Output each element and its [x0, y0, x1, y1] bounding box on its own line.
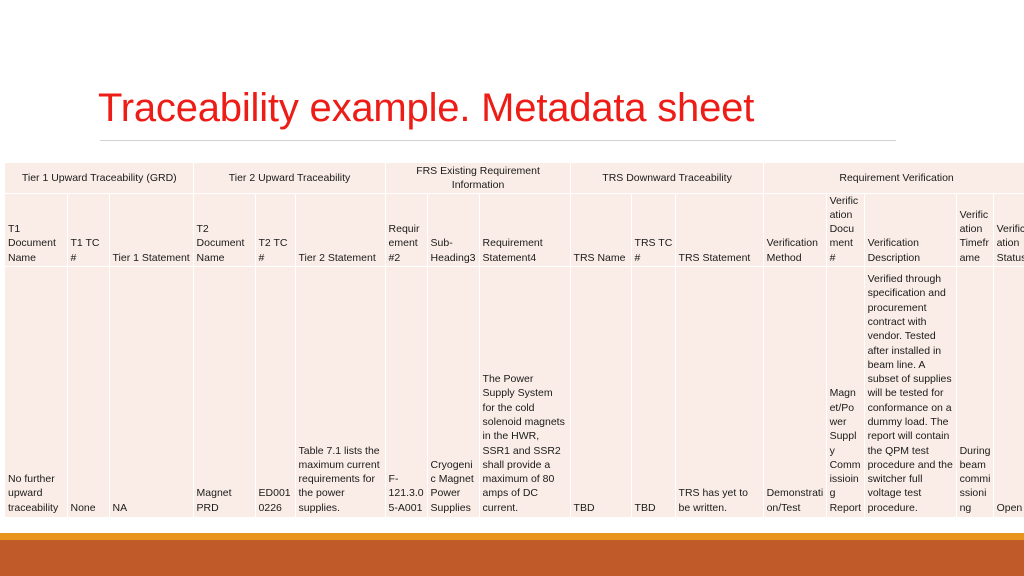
column-header-trs-statement: TRS Statement: [675, 193, 764, 268]
cell-t1-document-name: No further upward traceability: [5, 266, 68, 519]
group-header-tier1: Tier 1 Upward Traceability (GRD): [5, 163, 194, 194]
group-header-tier2: Tier 2 Upward Traceability: [193, 163, 386, 194]
column-header-verification-document: Verification Document #: [826, 193, 865, 268]
cell-verification-document: Magnet/Power Supply Commissioing Report: [826, 266, 865, 519]
column-header-requirement-num: Requirement #2: [385, 193, 428, 268]
column-header-tier1-statement: Tier 1 Statement: [109, 193, 194, 268]
column-header-trs-name: TRS Name: [570, 193, 632, 268]
column-header-verification-description: Verification Description: [864, 193, 957, 268]
column-header-tier2-statement: Tier 2 Statement: [295, 193, 386, 268]
cell-verification-method: Demonstration/Test: [763, 266, 827, 519]
cell-verification-description: Verified through specification and procu…: [864, 266, 957, 519]
cell-requirement-num: F-121.3.05-A001: [385, 266, 428, 519]
group-header-verification: Requirement Verification: [763, 163, 1024, 194]
cell-t2-tc: ED0010226: [255, 266, 296, 519]
column-header-verification-method: Verification Method: [763, 193, 827, 268]
cell-t1-tc: None: [67, 266, 110, 519]
column-header-sub-heading: Sub-Heading3: [427, 193, 480, 268]
cell-trs-tc: TBD: [631, 266, 676, 519]
column-header-trs-tc: TRS TC #: [631, 193, 676, 268]
group-header-frs: FRS Existing Requirement Information: [385, 163, 571, 194]
group-header-trs: TRS Downward Traceability: [570, 163, 764, 194]
table-group-header-row: Tier 1 Upward Traceability (GRD) Tier 2 …: [5, 163, 1024, 194]
cell-tier2-statement: Table 7.1 lists the maximum current requ…: [295, 266, 386, 519]
column-header-verification-status: Verification Status: [993, 193, 1024, 268]
column-header-verification-timeframe: Verification Timeframe: [956, 193, 994, 268]
column-header-requirement-statement: Requirement Statement4: [479, 193, 571, 268]
footer-accent-stripe: [0, 533, 1024, 540]
cell-t2-document-name: Magnet PRD: [193, 266, 256, 519]
cell-sub-heading: Cryogenic Magnet Power Supplies: [427, 266, 480, 519]
cell-requirement-statement: The Power Supply System for the cold sol…: [479, 266, 571, 519]
column-header-t1-document-name: T1 Document Name: [5, 193, 68, 268]
cell-trs-statement: TRS has yet to be written.: [675, 266, 764, 519]
cell-verification-status: Open: [993, 266, 1024, 519]
column-header-t2-document-name: T2 Document Name: [193, 193, 256, 268]
table-column-header-row: T1 Document Name T1 TC # Tier 1 Statemen…: [5, 193, 1024, 268]
cell-verification-timeframe: During beam commissioning: [956, 266, 994, 519]
cell-trs-name: TBD: [570, 266, 632, 519]
page-title: Traceability example. Metadata sheet: [98, 86, 755, 130]
column-header-t1-tc: T1 TC #: [67, 193, 110, 268]
column-header-t2-tc: T2 TC #: [255, 193, 296, 268]
title-divider: [100, 140, 896, 141]
cell-tier1-statement: NA: [109, 266, 194, 519]
traceability-metadata-table: Tier 1 Upward Traceability (GRD) Tier 2 …: [5, 163, 1024, 519]
footer-accent-band: [0, 540, 1024, 576]
table-row: No further upward traceability None NA M…: [5, 266, 1024, 519]
